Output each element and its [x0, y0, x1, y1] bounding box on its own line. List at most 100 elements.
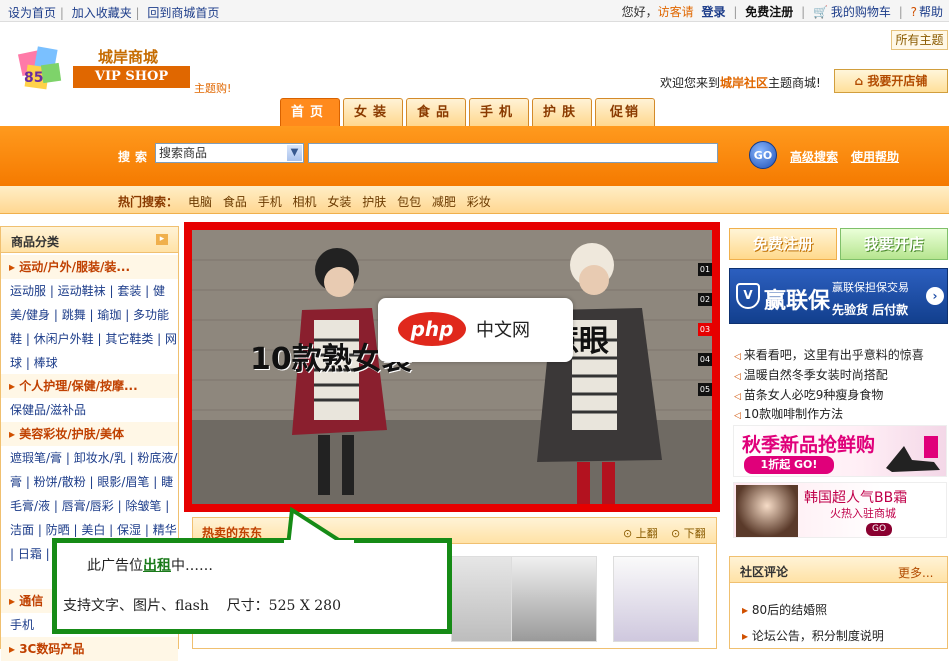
product-thumb[interactable] [613, 556, 699, 642]
community-item[interactable]: 论坛公告，积分制度说明 [742, 627, 884, 644]
news-item[interactable]: 温暖自然冬季女装时尚搭配 [734, 366, 888, 383]
search-input[interactable] [308, 143, 718, 163]
free-register-button[interactable]: 免费注册 [729, 228, 837, 260]
banner-pager-5[interactable]: 05 [698, 383, 712, 396]
set-homepage-link[interactable]: 设为首页 [8, 6, 56, 20]
news-item[interactable]: 苗条女人必吃9种瘦身食物 [734, 386, 884, 403]
ad-popup[interactable]: 此广告位出租中…… 支持文字、图片、flash 尺寸：525 X 280 [52, 538, 452, 634]
search-label: 搜索 [118, 150, 153, 164]
banner-pager-4[interactable]: 04 [698, 353, 712, 366]
all-themes-button[interactable]: 所有主题 [891, 30, 948, 50]
news-item[interactable]: 来看看吧，这里有出乎意料的惊喜 [734, 346, 924, 363]
logo-graphic[interactable]: 85 [12, 38, 68, 94]
category-personal-care-items[interactable]: 保健品/滋补品 [10, 398, 178, 422]
hot-prev-button[interactable]: ⊙ 上翻 [623, 525, 658, 541]
tab-phones[interactable]: 手机 [469, 98, 529, 126]
hot-word[interactable]: 彩妆 [467, 195, 491, 209]
community-name[interactable]: 城岸社区 [720, 76, 768, 90]
greeting-text: 您好，访客请 [621, 5, 694, 19]
chevron-down-icon[interactable]: ▼ [287, 145, 302, 161]
usage-help-link[interactable]: 使用帮助 [851, 148, 899, 165]
register-link[interactable]: 免费注册 [745, 5, 793, 19]
open-shop-button-2[interactable]: 我要开店 [840, 228, 948, 260]
union-banner[interactable]: V 赢联保 赢联保担保交易 先验货 后付款 › [729, 268, 948, 324]
help-icon: ? [910, 5, 917, 19]
popup-rent-link[interactable]: 出租 [143, 558, 171, 574]
watermark-text: 中文网 [476, 320, 530, 341]
category-beauty[interactable]: 美容彩妆/护肤/美体 [1, 422, 178, 446]
category-sports[interactable]: 运动/户外/服装/装... [1, 255, 178, 279]
php-logo: php [398, 312, 466, 346]
ad-bb-subtitle: 火热入驻商城 [830, 507, 896, 520]
hot-word[interactable]: 女装 [327, 195, 351, 209]
logo-text-cn: 城岸商城 [98, 48, 159, 66]
hot-word[interactable]: 相机 [293, 195, 317, 209]
welcome-text: 欢迎您来到城岸社区主题商城! [660, 76, 821, 90]
model-photo [736, 485, 798, 537]
category-sports-items[interactable]: 运动服 | 运动鞋袜 | 套装 | 健美/健身 | 跳舞 | 瑜珈 | 多功能鞋… [10, 279, 178, 375]
hot-search-label: 热门搜索： [118, 195, 179, 209]
open-shop-button[interactable]: ⌂ 我要开店铺 [834, 69, 948, 93]
cart-link[interactable]: 我的购物车 [831, 5, 891, 19]
banner-pager-3[interactable]: 03 [698, 323, 712, 336]
arrow-down-icon: ⊙ [671, 527, 684, 540]
community-title: 社区评论 [740, 565, 789, 579]
news-item[interactable]: 10款咖啡制作方法 [734, 405, 843, 422]
svg-text:85: 85 [24, 70, 43, 86]
watermark: php 中文网 [378, 298, 573, 362]
ad-autumn-title: 秋季新品抢鲜购 [742, 434, 876, 456]
popup-line-1: 此广告位出租中…… [87, 558, 213, 574]
ad-bb-title: 韩国超人气BB霜 [804, 490, 908, 506]
add-favorite-link[interactable]: 加入收藏夹 [72, 6, 132, 20]
tab-skincare[interactable]: 护肤 [532, 98, 592, 126]
house-icon: ⌂ [854, 74, 868, 88]
banner-pager-1[interactable]: 01 [698, 263, 712, 276]
collapse-icon[interactable]: ▸ [156, 234, 168, 245]
top-bar: 设为首页 | 加入收藏夹 | 回到商城首页 您好，访客请 登录 | 免费注册 |… [0, 0, 949, 22]
union-line-1: 赢联保担保交易 [832, 281, 909, 294]
banner-pager-2[interactable]: 02 [698, 293, 712, 306]
hot-word[interactable]: 电脑 [188, 195, 212, 209]
hot-search-words: 电脑 食品 手机 相机 女装 护肤 包包 减肥 彩妆 [188, 193, 491, 210]
tab-womens[interactable]: 女装 [343, 98, 403, 126]
hot-word[interactable]: 包包 [397, 195, 421, 209]
bb-cream-ad[interactable]: 韩国超人气BB霜 火热入驻商城 GO [733, 482, 947, 538]
shoe-icon [886, 436, 940, 472]
tab-promotions[interactable]: 促销 [595, 98, 655, 126]
tab-home[interactable]: 首页 [280, 98, 340, 126]
logo-text-vip: VIP SHOP [73, 66, 190, 88]
back-to-mall-link[interactable]: 回到商城首页 [147, 6, 219, 20]
autumn-sale-ad[interactable]: 秋季新品抢鲜购 1折起 GO! [733, 425, 947, 477]
hot-word[interactable]: 手机 [258, 195, 282, 209]
hot-word[interactable]: 食品 [223, 195, 247, 209]
community-more-link[interactable]: 更多... [898, 564, 933, 581]
arrow-right-icon[interactable]: › [926, 287, 944, 305]
logo-tagline: 主题购! [194, 82, 232, 95]
shield-icon: V [736, 283, 760, 309]
community-item[interactable]: 80后的结婚照 [742, 601, 827, 618]
cart-icon[interactable]: 🛒 [813, 5, 828, 19]
sidebar-header: 商品分类 ▸ [1, 227, 178, 253]
login-link[interactable]: 登录 [702, 5, 726, 19]
hot-word[interactable]: 护肤 [362, 195, 386, 209]
arrow-up-icon: ⊙ [623, 527, 636, 540]
main-banner[interactable]: 10款熟女装 惹眼 01 02 03 04 05 php 中文网 [184, 222, 720, 512]
search-go-button[interactable]: GO [749, 141, 777, 169]
help-link[interactable]: 帮助 [919, 5, 943, 19]
ad-autumn-button[interactable]: 1折起 GO! [744, 456, 834, 474]
hot-next-button[interactable]: ⊙ 下翻 [671, 525, 706, 541]
advanced-search-link[interactable]: 高级搜索 [790, 148, 838, 165]
union-logo: 赢联保 [764, 289, 831, 314]
hot-word[interactable]: 减肥 [432, 195, 456, 209]
sidebar-title: 商品分类 [11, 235, 60, 249]
search-scope-select[interactable]: 搜索商品 ▼ [155, 143, 304, 163]
tab-food[interactable]: 食品 [406, 98, 466, 126]
union-line-2: 先验货 后付款 [832, 303, 909, 317]
ad-bb-go-button[interactable]: GO [866, 523, 892, 536]
community-header: 社区评论 更多... [730, 557, 947, 583]
category-digital[interactable]: 3C数码产品 [1, 637, 178, 661]
community-box: 社区评论 更多... 80后的结婚照 论坛公告，积分制度说明 [729, 556, 948, 649]
category-personal-care[interactable]: 个人护理/保健/按摩... [1, 374, 178, 398]
popup-line-2: 支持文字、图片、flash 尺寸：525 X 280 [63, 598, 341, 614]
product-thumb[interactable] [511, 556, 597, 642]
